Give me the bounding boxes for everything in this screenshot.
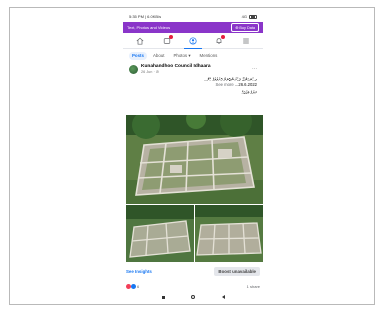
post-photo-main[interactable] [126,115,263,204]
promo-text: Text, Photos and Videos [127,25,171,30]
boost-unavailable-button[interactable]: Boost unavailable [214,266,260,276]
post-caption-more: See more ...26.6.2022 [123,82,263,89]
back-triangle-icon [221,295,225,299]
post-photo-3[interactable] [195,205,263,262]
tab-posts[interactable]: Posts [129,51,147,60]
cemetery-photo-right [195,205,263,262]
page-avatar[interactable] [129,64,138,74]
network-indicator: 4G [241,14,247,19]
reactions-bar: 6 1 share [126,282,260,290]
home-button[interactable] [188,292,198,302]
phone-screen: 5:35 PM | 6.0KB/s 4G Text, Photos and Vi… [123,11,263,303]
pages-nav-button[interactable] [162,34,173,46]
back-button[interactable] [218,292,228,302]
status-time: 5:35 PM | 6.0KB/s [129,14,162,19]
aerial-cemetery-photo [126,115,263,204]
post-actions: See Insights Boost unavailable [126,265,260,277]
tab-mentions[interactable]: Mentions [197,52,221,60]
home-icon [136,37,144,45]
cemetery-photo-left [126,205,194,262]
tab-about[interactable]: About [150,52,167,60]
post-header: Kunahandhoo Council Idhaara 26 Jun · ⊘ ·… [123,62,263,76]
see-insights-link[interactable]: See Insights [126,269,152,274]
post-photo-2[interactable] [126,205,194,262]
share-count[interactable]: 1 share [247,284,260,289]
profile-icon [189,36,197,45]
more-options-icon[interactable]: ··· [252,66,257,72]
tab-photos[interactable]: Photos ▾ [170,51,193,60]
page-tabs: Posts About Photos ▾ Mentions [123,49,263,62]
see-more-link[interactable]: See more [216,82,234,87]
post-caption-line: ރަށުގެ މަގުތައް [241,90,257,95]
notification-badge [168,34,173,39]
globe-icon: ⊕ [235,26,239,30]
buy-data-button[interactable]: ⊕ Buy Data [231,23,259,32]
menu-nav-button[interactable] [241,36,251,46]
notification-badge [221,34,226,39]
reaction-count: 6 [137,283,140,289]
circle-icon [191,295,195,299]
post-date: 26 Jun · ⊘ [141,70,159,74]
hamburger-icon [242,38,249,43]
reactions-summary[interactable]: 6 [126,283,140,289]
like-reaction-icon [131,283,136,289]
battery-icon [249,14,257,19]
profile-nav-button[interactable] [183,36,202,49]
facebook-top-nav [123,33,263,49]
square-icon [161,295,165,299]
caption-date: ...26.6.2022 [234,82,257,87]
android-nav-bar [123,291,263,303]
notifications-nav-button[interactable] [214,34,226,46]
home-nav-button[interactable] [135,36,145,46]
data-promo-banner[interactable]: Text, Photos and Videos ⊕ Buy Data [123,22,263,33]
recents-button[interactable] [158,292,168,302]
status-bar: 5:35 PM | 6.0KB/s 4G [123,11,263,22]
post-media-grid [126,115,263,263]
